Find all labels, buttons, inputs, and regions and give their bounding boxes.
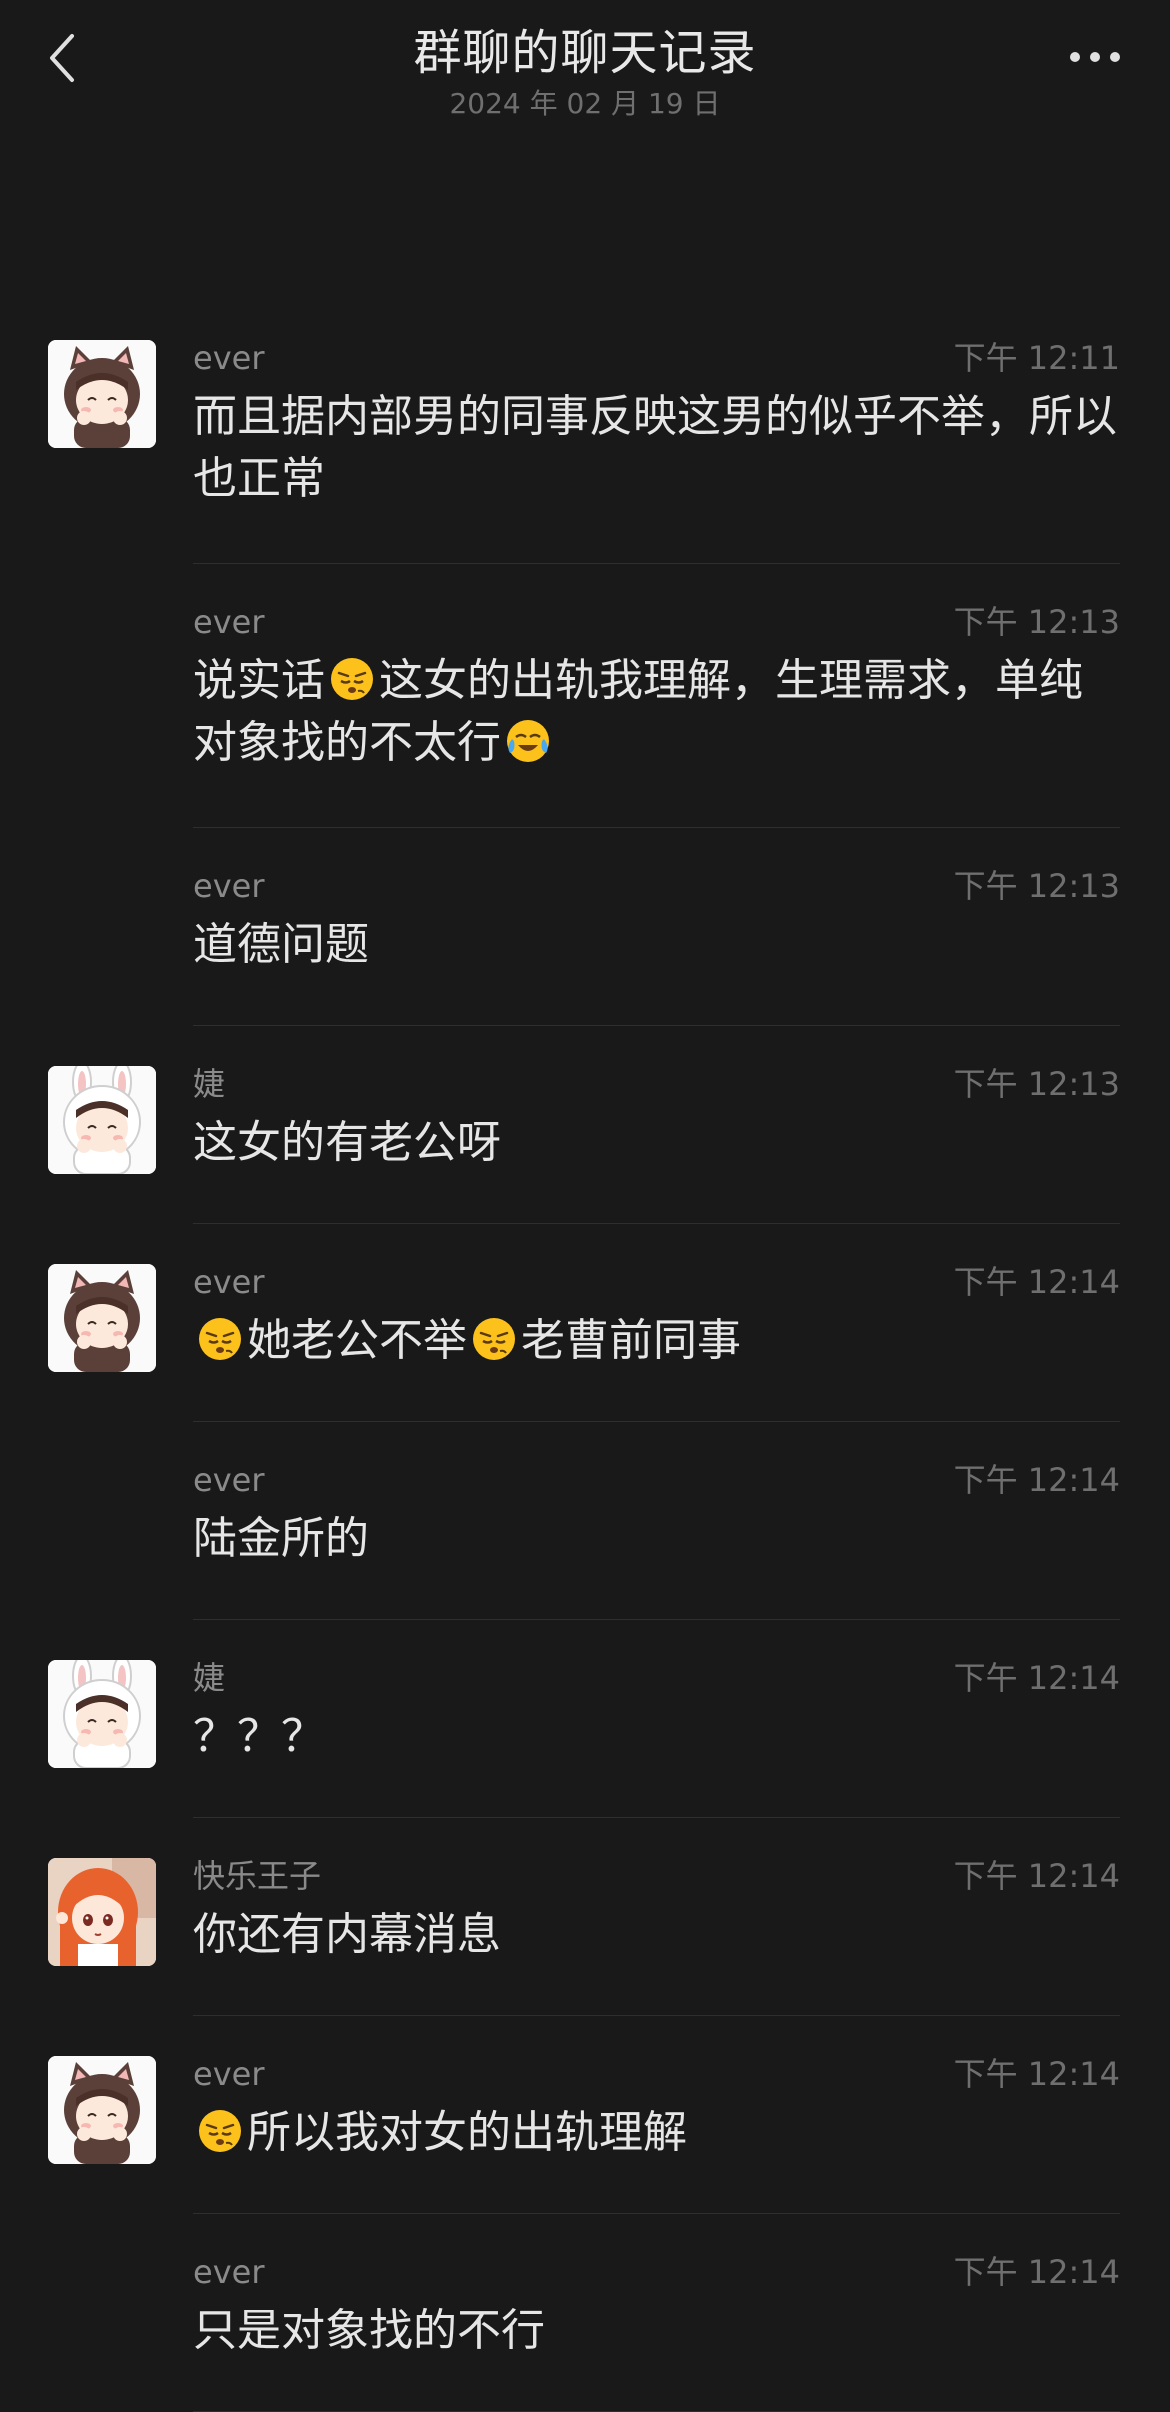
message-time: 下午 12:14 — [953, 2055, 1120, 2093]
ellipsis-icon — [1070, 52, 1120, 62]
message-text-segment: 这女的有老公呀 — [193, 1117, 501, 1168]
message-row[interactable]: ever 下午 12:13 说实话 这女的出轨我理解，生理需求，单纯对象找的不太行 — [0, 564, 1170, 828]
avatar[interactable] — [48, 340, 156, 448]
message-text-segment: 你还有内幕消息 — [193, 1909, 501, 1960]
message-row[interactable]: ever 下午 12:11 而且据内部男的同事反映这男的似乎不举，所以也正常 — [0, 300, 1170, 564]
message-text-segment: 所以我对女的出轨理解 — [247, 2107, 687, 2158]
sender-name: ever — [193, 339, 265, 377]
message-text-segment: 道德问题 — [193, 919, 369, 970]
message-text-segment: 说实话 — [193, 655, 325, 706]
message-time: 下午 12:14 — [953, 1461, 1120, 1499]
message-time: 下午 12:14 — [953, 1263, 1120, 1301]
sender-name: ever — [193, 2253, 265, 2291]
message-text: 只是对象找的不行 — [193, 2300, 1120, 2362]
sender-name: 婕 — [193, 1659, 226, 1697]
sender-name: ever — [193, 867, 265, 905]
message-text: 而且据内部男的同事反映这男的似乎不举，所以也正常 — [193, 386, 1120, 510]
message-row[interactable]: ever 下午 12:14 陆金所的 — [0, 1422, 1170, 1620]
avatar[interactable] — [48, 1066, 156, 1174]
chat-date: 2024 年 02 月 19 日 — [449, 87, 721, 120]
message-text: 所以我对女的出轨理解 — [193, 2102, 1120, 2164]
message-text-segment: 陆金所的 — [193, 1513, 369, 1564]
message-text-segment: ？？？ — [193, 1711, 325, 1762]
sender-name: 快乐王子 — [193, 1857, 322, 1895]
message-text-segment: 她老公不举 — [247, 1315, 467, 1366]
avatar[interactable] — [48, 1858, 156, 1966]
message-time: 下午 12:11 — [953, 339, 1120, 377]
page-title: 群聊的聊天记录 — [413, 25, 757, 81]
message-row[interactable]: ever 下午 12:14 她老公不举 老曹前同事 — [0, 1224, 1170, 1422]
message-text-segment: 而且据内部男的同事反映这男的似乎不举，所以也正常 — [193, 391, 1117, 504]
message-text: 道德问题 — [193, 914, 1120, 976]
message-text: 这女的有老公呀 — [193, 1112, 1120, 1174]
message-time: 下午 12:14 — [953, 1857, 1120, 1895]
message-row[interactable]: 快乐王子 下午 12:14 你还有内幕消息 — [0, 1818, 1170, 2016]
message-text: 她老公不举 老曹前同事 — [193, 1310, 1120, 1372]
sneer-emoji-icon — [470, 1315, 518, 1363]
message-text: 陆金所的 — [193, 1508, 1120, 1570]
sneer-emoji-icon — [196, 2107, 244, 2155]
message-text-segment: 老曹前同事 — [521, 1315, 741, 1366]
message-text: ？？？ — [193, 1706, 1120, 1768]
message-text-segment: 只是对象找的不行 — [193, 2305, 545, 2356]
sender-name: ever — [193, 603, 265, 641]
message-text: 说实话 这女的出轨我理解，生理需求，单纯对象找的不太行 — [193, 650, 1120, 774]
message-time: 下午 12:13 — [953, 603, 1120, 641]
avatar[interactable] — [48, 1264, 156, 1372]
sneer-emoji-icon — [328, 655, 376, 703]
message-time: 下午 12:14 — [953, 1659, 1120, 1697]
message-row[interactable]: 婕 下午 12:14 ？？？ — [0, 1620, 1170, 1818]
avatar[interactable] — [48, 1660, 156, 1768]
top-bar: 群聊的聊天记录 2024 年 02 月 19 日 — [0, 0, 1170, 150]
avatar[interactable] — [48, 2056, 156, 2164]
message-time: 下午 12:13 — [953, 867, 1120, 905]
more-button[interactable] — [1060, 42, 1130, 72]
message-row[interactable]: ever 下午 12:13 道德问题 — [0, 828, 1170, 1026]
message-row[interactable]: ever 下午 12:14 只是对象找的不行 — [0, 2214, 1170, 2412]
message-text: 你还有内幕消息 — [193, 1904, 1120, 1966]
sneer-emoji-icon — [196, 1315, 244, 1363]
message-time: 下午 12:13 — [953, 1065, 1120, 1103]
laughing-tears-emoji-icon — [504, 717, 552, 765]
sender-name: ever — [193, 1461, 265, 1499]
message-text-segment: 这女的出轨我理解，生理需求，单纯对象找的不太行 — [193, 655, 1083, 768]
sender-name: ever — [193, 1263, 265, 1301]
message-time: 下午 12:14 — [953, 2253, 1120, 2291]
sender-name: 婕 — [193, 1065, 226, 1103]
message-row[interactable]: ever 下午 12:14 所以我对女的出轨理解 — [0, 2016, 1170, 2214]
message-row[interactable]: 婕 下午 12:13 这女的有老公呀 — [0, 1026, 1170, 1224]
sender-name: ever — [193, 2055, 265, 2093]
